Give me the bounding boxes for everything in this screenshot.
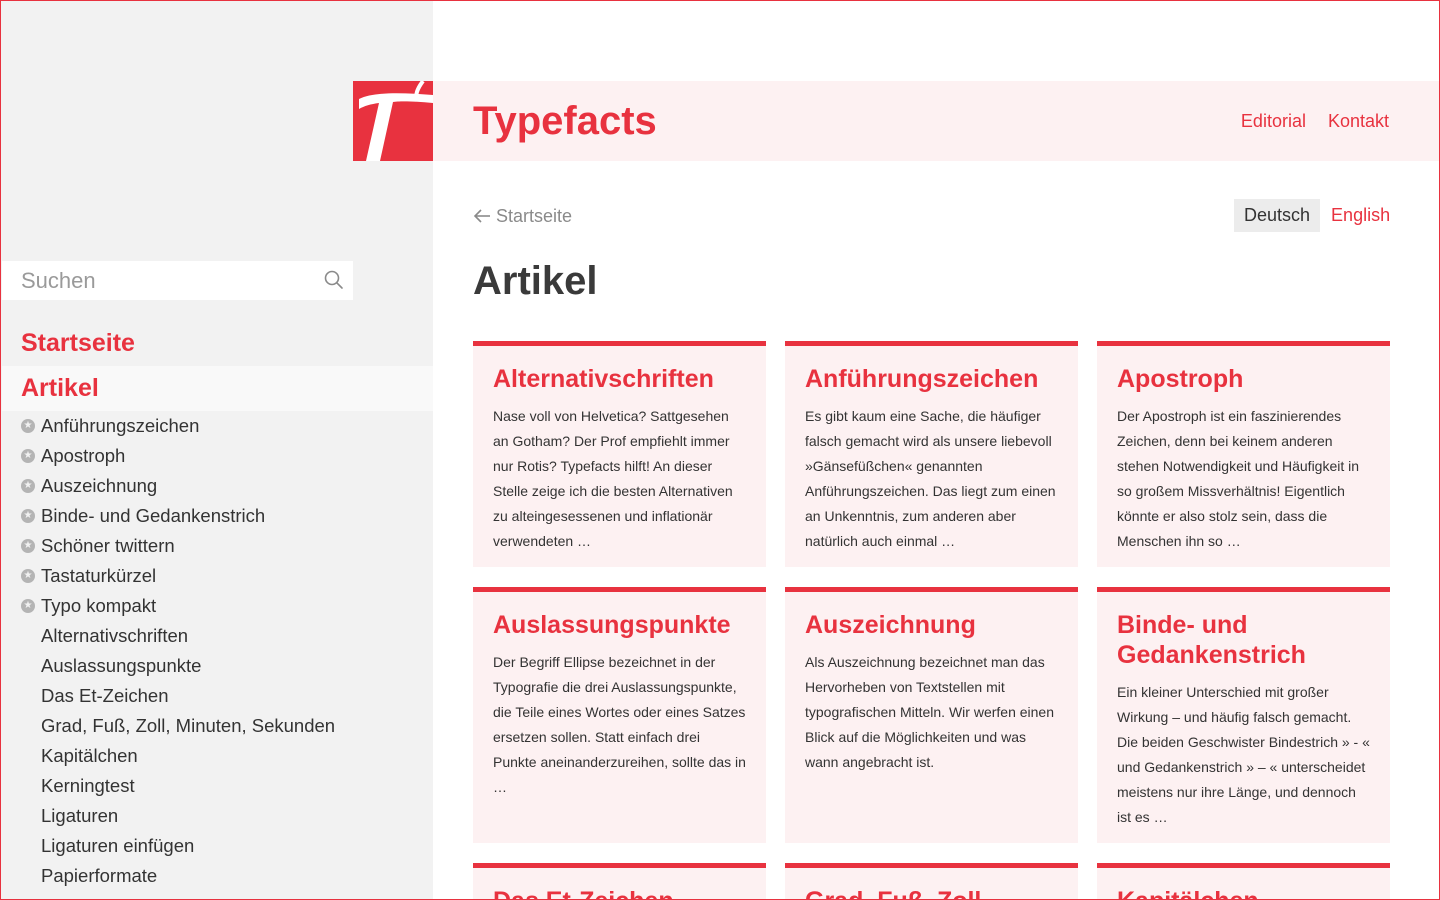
star-icon: ★ <box>21 449 35 463</box>
article-card[interactable]: Apostroph Der Apostroph ist ein faszinie… <box>1097 341 1390 567</box>
search-box[interactable] <box>2 261 353 300</box>
star-icon: ★ <box>21 539 35 553</box>
sidebar-item-label: Papierformate <box>41 865 158 886</box>
search-input[interactable] <box>2 261 302 300</box>
article-card[interactable]: Anführungszeichen Es gibt kaum eine Sach… <box>785 341 1078 567</box>
sidebar-item-anfuehrungszeichen[interactable]: ★ Anführungszeichen <box>0 411 433 441</box>
site-header: Typefacts Editorial Kontakt <box>433 81 1439 161</box>
article-title: Auszeichnung <box>805 611 976 639</box>
article-title: Apostroph <box>1117 365 1244 393</box>
sidebar-item-label: Anführungszeichen <box>41 415 200 436</box>
sidebar-item-kapitaelchen[interactable]: Kapitälchen <box>0 741 433 771</box>
sidebar-item-ligaturen[interactable]: Ligaturen <box>0 801 433 831</box>
sidebar-item-label: Binde- und Gedankenstrich <box>41 505 266 526</box>
star-icon: ★ <box>21 419 35 433</box>
sidebar-item-label: Ligaturen einfügen <box>41 835 195 856</box>
article-card[interactable]: Alternativschriften Nase voll von Helvet… <box>473 341 766 567</box>
sidebar-item-label: Kapitälchen <box>41 745 138 766</box>
sidebar-item-label: Alternativschriften <box>41 625 189 646</box>
sidebar-item-label: Das Et-Zeichen <box>41 685 169 706</box>
sidebar-item-binde-gedankenstrich[interactable]: ★ Binde- und Gedankenstrich <box>0 501 433 531</box>
back-link[interactable]: Startseite <box>473 204 572 228</box>
article-title: Alternativschriften <box>493 365 714 393</box>
sidebar-item-papierformate[interactable]: Papierformate <box>0 861 433 891</box>
sidebar-item-label: Schöner twittern <box>41 535 175 556</box>
sidebar-article-list: ★ Anführungszeichen ★ Apostroph ★ Auszeichn… <box>0 411 433 891</box>
article-excerpt: Es gibt kaum eine Sache, die häufiger fa… <box>805 408 1056 549</box>
search-icon[interactable] <box>323 269 345 291</box>
star-icon: ★ <box>21 569 35 583</box>
star-icon: ★ <box>21 599 35 613</box>
article-title: Kapitälchen <box>1097 868 1390 900</box>
article-title: Anführungszeichen <box>805 365 1039 393</box>
site-title[interactable]: Typefacts <box>473 98 657 144</box>
article-card[interactable]: Kapitälchen <box>1097 863 1390 900</box>
sidebar-item-label: Artikel <box>21 374 99 402</box>
sidebar-item-label: Auszeichnung <box>41 475 158 496</box>
sidebar-item-auslassungspunkte[interactable]: Auslassungspunkte <box>0 651 433 681</box>
language-switcher: Deutsch English <box>1234 199 1390 232</box>
typefacts-logo-icon <box>353 81 433 161</box>
nav-link-kontakt[interactable]: Kontakt <box>1328 109 1389 133</box>
nav-link-editorial[interactable]: Editorial <box>1241 109 1306 133</box>
arrow-left-icon <box>473 209 490 223</box>
sidebar-item-label: Tastaturkürzel <box>41 565 157 586</box>
article-card[interactable]: Binde- und Gedankenstrich Ein kleiner Un… <box>1097 587 1390 843</box>
sidebar-item-schoener-twittern[interactable]: ★ Schöner twittern <box>0 531 433 561</box>
sidebar-item-label: Typo kompakt <box>41 595 157 616</box>
sidebar-item-label: Ligaturen <box>41 805 119 826</box>
article-excerpt: Der Begriff Ellipse bezeichnet in der Ty… <box>493 654 746 795</box>
lang-deutsch[interactable]: Deutsch <box>1234 199 1321 232</box>
article-excerpt: Nase voll von Helvetica? Sattgesehen an … <box>493 408 733 549</box>
article-card[interactable]: Grad, Fuß, Zoll <box>785 863 1078 900</box>
article-card[interactable]: Auszeichnung Als Auszeichnung bezeichnet… <box>785 587 1078 843</box>
article-title: Das Et-Zeichen <box>473 868 766 900</box>
sidebar-item-auszeichnung[interactable]: ★ Auszeichnung <box>0 471 433 501</box>
sidebar-item-label: Apostroph <box>41 445 126 466</box>
article-title: Grad, Fuß, Zoll <box>785 868 1078 900</box>
sidebar-item-label: Grad, Fuß, Zoll, Minuten, Sekunden <box>41 715 336 736</box>
article-excerpt: Als Auszeichnung bezeichnet man das Herv… <box>805 654 1054 770</box>
star-icon: ★ <box>21 509 35 523</box>
sidebar-item-typo-kompakt[interactable]: ★ Typo kompakt <box>0 591 433 621</box>
sidebar-item-artikel[interactable]: Artikel <box>2 366 433 411</box>
article-card[interactable]: Auslassungspunkte Der Begriff Ellipse be… <box>473 587 766 843</box>
sidebar-item-ligaturen-einfuegen[interactable]: Ligaturen einfügen <box>0 831 433 861</box>
sidebar-item-alternativschriften[interactable]: Alternativschriften <box>0 621 433 651</box>
back-link-label: Startseite <box>496 206 573 226</box>
lang-english[interactable]: English <box>1320 199 1390 232</box>
sidebar-item-kerningtest[interactable]: Kerningtest <box>0 771 433 801</box>
sidebar-item-et-zeichen[interactable]: Das Et-Zeichen <box>0 681 433 711</box>
top-nav: Editorial Kontakt <box>1241 109 1389 133</box>
article-excerpt: Der Apostroph ist ein faszinierendes Zei… <box>1117 408 1360 549</box>
star-icon: ★ <box>21 479 35 493</box>
sidebar-item-tastaturkuerzel[interactable]: ★ Tastaturkürzel <box>0 561 433 591</box>
article-card[interactable]: Das Et-Zeichen <box>473 863 766 900</box>
sidebar-item-label: Kerningtest <box>41 775 135 796</box>
logo[interactable] <box>353 81 433 161</box>
sidebar-item-startseite[interactable]: Startseite <box>21 327 135 359</box>
article-excerpt: Ein kleiner Unterschied mit großer Wirku… <box>1117 684 1370 825</box>
article-title: Binde- und Gedankenstrich <box>1117 611 1306 669</box>
article-title: Auslassungspunkte <box>493 611 731 639</box>
page-title: Artikel <box>473 259 598 303</box>
sidebar-item-grad-fuss-zoll[interactable]: Grad, Fuß, Zoll, Minuten, Sekunden <box>0 711 433 741</box>
sidebar-item-label: Auslassungspunkte <box>41 655 202 676</box>
sidebar-item-apostroph[interactable]: ★ Apostroph <box>0 441 433 471</box>
